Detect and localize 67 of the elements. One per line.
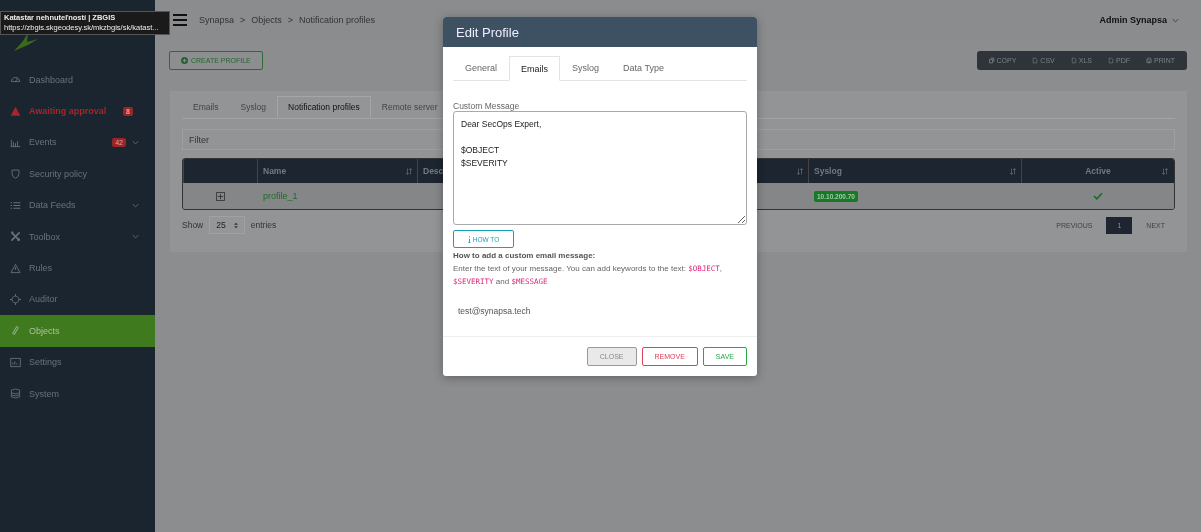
warning-icon	[10, 105, 21, 117]
triangle-icon	[10, 262, 21, 274]
expand-icon[interactable]	[215, 191, 225, 201]
database-icon	[10, 388, 21, 400]
sidebar-item[interactable]: Data Feeds	[0, 189, 155, 221]
sidebar-item[interactable]: System	[0, 377, 155, 410]
help-title: How to add a custom email message:	[453, 251, 597, 260]
copy-icon	[988, 56, 995, 64]
dialog-title: Edit Profile	[456, 24, 519, 40]
sidebar-label: Security policy	[29, 168, 89, 179]
target-icon	[10, 293, 21, 305]
menu-icon[interactable]	[173, 14, 187, 26]
caret-icon	[1172, 17, 1179, 23]
sidebar-item[interactable]: Rules	[0, 252, 155, 284]
sidebar-item[interactable]: Auditor	[0, 283, 155, 316]
printer-icon	[1146, 56, 1152, 64]
file-icon	[1032, 56, 1039, 64]
sidebar-label: Awaiting approval	[29, 106, 108, 117]
breadcrumb-link[interactable]: Notification profiles	[299, 15, 376, 25]
page-size-select[interactable]: 25	[209, 216, 245, 234]
plus-circle-icon	[181, 56, 188, 64]
show-label: Show	[182, 220, 204, 230]
sidebar-label: Data Feeds	[29, 200, 77, 211]
sidebar-item[interactable]: Objects	[0, 315, 155, 347]
tab[interactable]: Emails	[182, 96, 230, 118]
sidebar-label: Rules	[29, 263, 53, 274]
sort-icon	[1162, 167, 1168, 175]
sidebar-item[interactable]: Security policy	[0, 158, 155, 190]
info-icon	[467, 235, 471, 243]
message-field[interactable]: Dear SecOps Expert, $OBJECT $SEVERITY	[453, 111, 747, 225]
sort-icon	[797, 167, 803, 175]
sort-icon	[1010, 167, 1016, 175]
sidebar-label: Settings	[29, 357, 63, 368]
up-down-caret-icon	[233, 221, 238, 229]
list-icon	[10, 199, 21, 211]
tab[interactable]: Emails	[509, 56, 561, 81]
sidebar-item[interactable]: Dashboard	[0, 64, 155, 96]
sidebar-label: Objects	[29, 325, 61, 336]
user-menu[interactable]: Admin Synapsa	[1099, 15, 1179, 25]
breadcrumb-link[interactable]: Synapsa	[199, 15, 235, 25]
field-label: Custom Message	[453, 101, 521, 111]
tab[interactable]: Data Type	[611, 56, 676, 80]
logo-icon	[14, 33, 38, 51]
file-icon	[1108, 56, 1114, 64]
breadcrumb-separator: >	[240, 15, 246, 25]
panel-icon	[10, 356, 21, 368]
tab[interactable]: Notification profiles	[277, 96, 371, 118]
table-cell-text: profile_1	[262, 190, 299, 203]
file-icon	[1070, 56, 1077, 64]
sort-icon	[406, 167, 412, 175]
breadcrumb-separator: >	[287, 15, 294, 25]
email-address: test@synapsa.tech	[457, 305, 532, 318]
sidebar-label: Auditor	[29, 294, 59, 305]
tab[interactable]: General	[453, 56, 510, 80]
link-icon	[10, 325, 21, 337]
sidebar-label: Events	[29, 137, 58, 148]
tab[interactable]: Syslog	[560, 56, 612, 80]
sidebar-item[interactable]: Settings	[0, 346, 155, 378]
entries-label: entries	[250, 220, 277, 230]
sidebar-label: System	[29, 388, 60, 399]
sidebar-label: Toolbox	[29, 231, 62, 242]
tab[interactable]: Syslog	[229, 96, 278, 118]
sidebar-label: Dashboard	[29, 74, 75, 85]
breadcrumb-link[interactable]: Objects	[251, 15, 282, 25]
sidebar-item[interactable]: Toolbox	[0, 220, 155, 253]
shield-icon	[10, 168, 21, 180]
tools-icon	[10, 231, 21, 243]
